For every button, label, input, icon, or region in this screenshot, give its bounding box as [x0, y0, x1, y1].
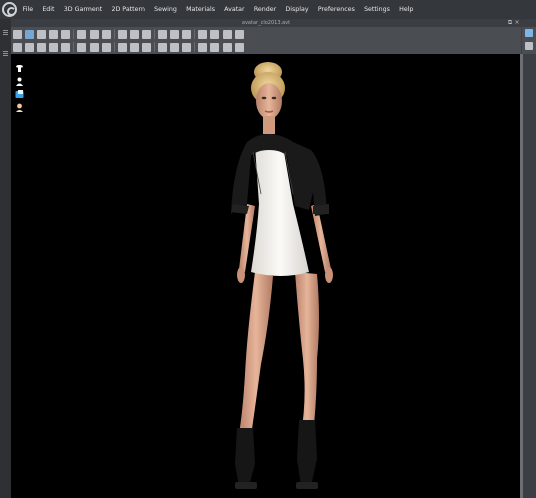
left-dock-strip [0, 19, 11, 498]
anchor-tool-icon[interactable] [234, 42, 244, 52]
restore-window-icon[interactable]: ⧉ [507, 20, 513, 26]
dock-grip-icon-2[interactable] [2, 42, 9, 56]
flip-tool-icon[interactable] [117, 29, 127, 39]
left-hand [237, 267, 245, 283]
mirror-tool-icon[interactable] [129, 29, 139, 39]
toolbar-separator [154, 42, 156, 52]
menu-list: File Edit 3D Garment 2D Pattern Sewing Materi… [18, 0, 418, 19]
menu-edit[interactable]: Edit [38, 0, 59, 19]
menu-sewing[interactable]: Sewing [150, 0, 182, 19]
right-shoe-sole [296, 482, 318, 489]
curve-tool-icon[interactable] [210, 29, 220, 39]
hanger-icon[interactable] [37, 42, 47, 52]
right-hand [325, 267, 333, 283]
arrangement-icon[interactable] [49, 42, 59, 52]
jacket-left-sleeve [231, 204, 249, 214]
fold-arrangement-icon[interactable] [37, 29, 47, 39]
pattern-select-icon[interactable] [525, 29, 533, 37]
menu-2d-pattern[interactable]: 2D Pattern [107, 0, 150, 19]
close-window-icon[interactable]: × [514, 20, 520, 26]
menu-help[interactable]: Help [394, 0, 418, 19]
app-logo-icon[interactable] [2, 2, 17, 17]
circumference-tool-icon[interactable] [89, 29, 99, 39]
length-tool-icon[interactable] [101, 29, 111, 39]
pen-tool-icon[interactable] [222, 29, 232, 39]
menu-bar: File Edit 3D Garment 2D Pattern Sewing Materi… [0, 0, 536, 20]
toolbar-separator [73, 42, 75, 52]
menu-materials[interactable]: Materials [182, 0, 220, 19]
fold-tool-icon[interactable] [117, 42, 127, 52]
toolbar-separator [73, 29, 75, 39]
panel-splitter[interactable] [520, 54, 523, 498]
seam-tool-icon[interactable] [182, 29, 192, 39]
right-shoe [297, 420, 317, 486]
right-panel-titlebar [522, 19, 536, 27]
toolbar-separator [113, 29, 115, 39]
pin-tool-icon[interactable] [61, 29, 71, 39]
menu-settings[interactable]: Settings [359, 0, 394, 19]
toolbar-separator [194, 42, 196, 52]
edit-texture-icon[interactable] [141, 29, 151, 39]
left-leg [239, 272, 273, 436]
menu-display[interactable]: Display [281, 0, 313, 19]
3d-viewport[interactable] [11, 54, 520, 498]
document-titlebar: avatar_clo2013.avt ⧉ × [11, 19, 521, 27]
left-shoe-sole [235, 482, 257, 489]
move-tool-icon[interactable] [158, 42, 168, 52]
right-panel-toolbar [522, 27, 536, 54]
document-title: avatar_clo2013.avt [241, 20, 291, 26]
menu-preferences[interactable]: Preferences [313, 0, 359, 19]
shirring-tool-icon[interactable] [129, 42, 139, 52]
scissors-icon[interactable] [25, 42, 35, 52]
line-tool-icon[interactable] [198, 29, 208, 39]
select-tool-icon[interactable] [13, 29, 22, 39]
tape-tool-icon[interactable] [141, 42, 151, 52]
right-leg [295, 272, 319, 434]
add-point-icon[interactable] [158, 29, 168, 39]
face [256, 83, 282, 119]
right-eye [271, 96, 277, 100]
pattern-transform-icon[interactable] [525, 42, 533, 50]
buttonhole-tool-icon[interactable] [89, 42, 99, 52]
trace-tool-icon[interactable] [234, 29, 244, 39]
topstitch-tool-icon[interactable] [222, 42, 232, 52]
neck [263, 116, 275, 134]
avatar-model [231, 62, 333, 489]
tack-tool-icon[interactable] [49, 29, 59, 39]
elastic-tool-icon[interactable] [101, 42, 111, 52]
zipper-icon[interactable] [61, 42, 71, 52]
toolbar-row-1 [13, 28, 247, 40]
left-shoe [235, 428, 255, 486]
menu-render[interactable]: Render [249, 0, 281, 19]
brush-tool-icon[interactable] [198, 42, 208, 52]
right-pattern-panel [520, 54, 536, 498]
toolbar-row-2 [13, 41, 247, 53]
menu-avatar[interactable]: Avatar [220, 0, 250, 19]
left-eye [261, 96, 267, 100]
scale-tool-icon[interactable] [182, 42, 192, 52]
select-mesh-tool-icon[interactable] [25, 29, 35, 39]
menu-file[interactable]: File [18, 0, 38, 19]
toolbar-separator [194, 29, 196, 39]
cut-tool-icon[interactable] [170, 29, 180, 39]
dock-grip-icon[interactable] [2, 21, 9, 35]
button-tool-icon[interactable] [77, 42, 87, 52]
toolbar-separator [154, 29, 156, 39]
main-toolbar [11, 27, 521, 55]
graphic-tool-icon[interactable] [210, 42, 220, 52]
toolbar-separator [113, 42, 115, 52]
avatar-pose-icon[interactable] [13, 42, 22, 52]
menu-3d-garment[interactable]: 3D Garment [59, 0, 107, 19]
measure-tool-icon[interactable] [77, 29, 87, 39]
rotate-tool-icon[interactable] [170, 42, 180, 52]
